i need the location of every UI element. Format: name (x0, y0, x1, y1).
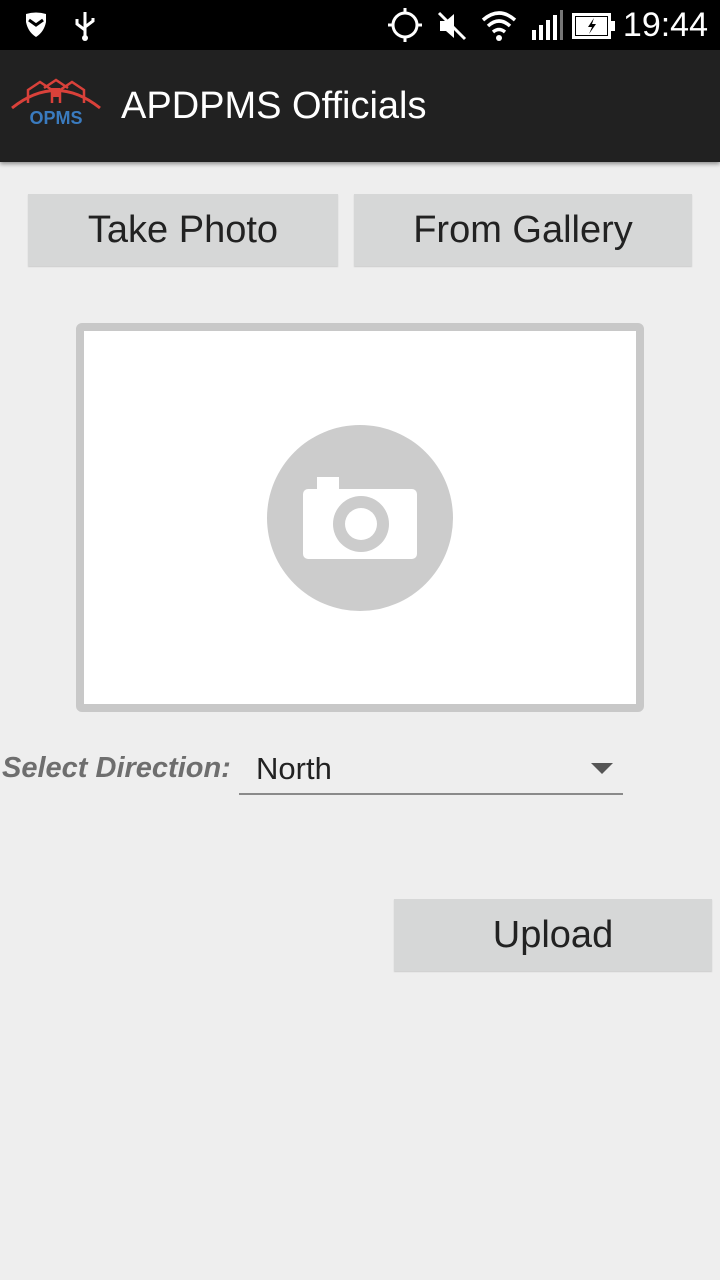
usb-icon (75, 12, 95, 41)
clock: 19:44 (622, 6, 708, 44)
dropdown-arrow-icon (591, 763, 613, 774)
svg-text:OPMS: OPMS (29, 108, 82, 128)
shield-icon (26, 12, 46, 37)
mute-icon (437, 11, 467, 41)
direction-label: Select Direction: (2, 752, 231, 784)
image-preview[interactable] (76, 323, 644, 712)
app-title: APDPMS Officials (121, 85, 427, 127)
direction-selected: North (256, 751, 332, 786)
wifi-icon (481, 11, 517, 41)
battery-charging-icon (572, 13, 615, 39)
camera-icon (303, 477, 417, 559)
app-logo: OPMS (11, 78, 101, 128)
gps-icon (388, 8, 422, 42)
camera-placeholder (267, 425, 453, 611)
from-gallery-button[interactable]: From Gallery (354, 194, 692, 266)
status-bar: 19:44 (0, 0, 720, 50)
signal-icon (532, 10, 563, 40)
upload-button[interactable]: Upload (394, 899, 712, 971)
app-bar: OPMS APDPMS Officials (0, 50, 720, 162)
take-photo-button[interactable]: Take Photo (28, 194, 338, 266)
direction-dropdown[interactable]: North (239, 745, 623, 795)
